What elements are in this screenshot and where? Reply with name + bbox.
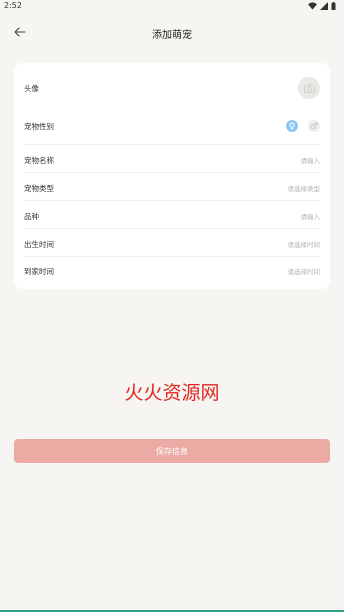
watermark-text: 火火资源网 <box>124 382 220 404</box>
avatar-label: 头像 <box>24 83 39 93</box>
signal-icon <box>320 2 328 10</box>
birth-time-picker[interactable]: 请选择时间 <box>288 239 321 249</box>
pet-name-input[interactable]: 请输入 <box>301 155 321 165</box>
status-time: 2:52 <box>4 1 22 10</box>
avatar-upload-button[interactable] <box>298 77 320 99</box>
breed-label: 品种 <box>24 211 39 221</box>
arrival-time-picker[interactable]: 请选择时间 <box>288 266 321 276</box>
breed-input[interactable]: 请输入 <box>301 211 321 221</box>
female-icon <box>310 122 318 130</box>
app-bar: 添加萌宠 <box>0 18 344 46</box>
birth-time-row[interactable]: 出生时间 请选择时间 <box>24 233 320 255</box>
pet-type-row[interactable]: 宠物类型 请选择类型 <box>24 177 320 199</box>
birth-time-label: 出生时间 <box>24 239 54 249</box>
battery-icon <box>331 2 336 10</box>
pet-info-form: 头像 宠物性别 宠物名称 请输入 宠物类型 请选择类型 品种 请输入 出生时间 … <box>14 63 330 289</box>
pet-name-row[interactable]: 宠物名称 请输入 <box>24 149 320 171</box>
page-title: 添加萌宠 <box>152 30 192 41</box>
avatar-row[interactable]: 头像 <box>24 77 320 99</box>
status-icons <box>308 2 336 10</box>
gender-label: 宠物性别 <box>24 121 54 131</box>
wifi-icon <box>308 2 317 10</box>
breed-row[interactable]: 品种 请输入 <box>24 205 320 227</box>
male-option[interactable] <box>286 120 298 132</box>
add-pet-screen: 2:52 添加萌宠 头像 宠物性别 宠物名称 请输入 宠物类型 请选择类型 品种… <box>0 0 344 612</box>
save-button[interactable]: 保存信息 <box>14 439 330 463</box>
male-icon <box>289 122 295 130</box>
divider <box>24 144 320 145</box>
divider <box>24 200 320 201</box>
pet-name-label: 宠物名称 <box>24 155 54 165</box>
divider <box>24 228 320 229</box>
divider <box>24 172 320 173</box>
gender-selector <box>286 120 320 132</box>
pet-type-label: 宠物类型 <box>24 183 54 193</box>
camera-icon <box>303 83 315 93</box>
divider <box>24 256 320 257</box>
female-option[interactable] <box>308 120 320 132</box>
pet-type-select[interactable]: 请选择类型 <box>288 183 321 193</box>
arrival-time-label: 到家时间 <box>24 266 54 276</box>
arrival-time-row[interactable]: 到家时间 请选择时间 <box>24 260 320 282</box>
gender-row: 宠物性别 <box>24 115 320 137</box>
status-bar: 2:52 <box>0 0 344 14</box>
